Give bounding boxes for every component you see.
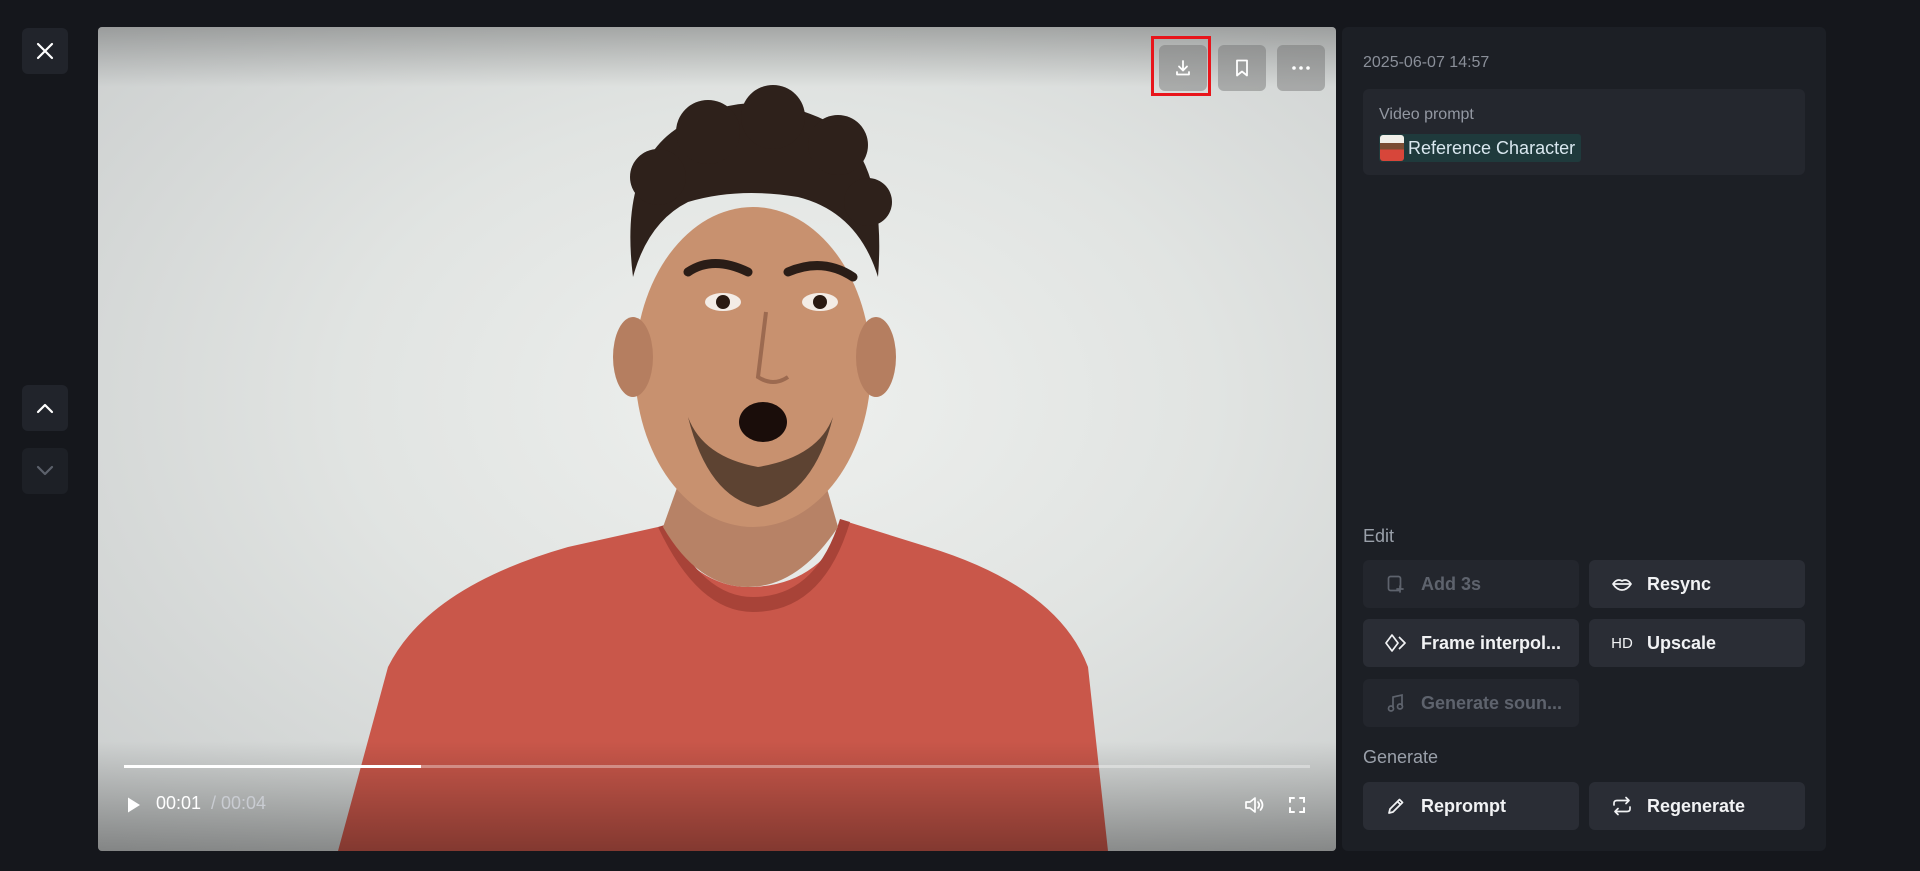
- close-icon: [36, 42, 54, 60]
- volume-icon: [1243, 795, 1265, 815]
- add-3s-label: Add 3s: [1421, 573, 1482, 594]
- frame-interpolation-label: Frame interpol...: [1421, 632, 1562, 653]
- close-button[interactable]: [22, 28, 68, 74]
- edit-heading: Edit: [1363, 526, 1395, 546]
- resync-button[interactable]: Resync: [1589, 560, 1805, 608]
- fullscreen-button[interactable]: [1288, 796, 1306, 814]
- frame-interpolation-button[interactable]: Frame interpol...: [1363, 619, 1579, 667]
- duration: / 00:04: [211, 793, 267, 813]
- play-button[interactable]: [126, 796, 142, 814]
- bottom-shade: [98, 741, 1336, 851]
- progress-fill: [124, 765, 421, 768]
- upscale-button[interactable]: HD Upscale: [1589, 619, 1805, 667]
- more-button[interactable]: [1277, 45, 1325, 91]
- current-time: 00:01: [156, 793, 202, 813]
- regenerate-label: Regenerate: [1647, 795, 1746, 816]
- prompt-label: Video prompt: [1379, 106, 1474, 123]
- bookmark-button[interactable]: [1218, 45, 1266, 91]
- more-icon: [1291, 65, 1311, 71]
- previous-button[interactable]: [22, 385, 68, 431]
- download-highlight: [1151, 36, 1211, 96]
- avatar: [1380, 135, 1404, 161]
- reprompt-label: Reprompt: [1421, 795, 1506, 816]
- music-icon: [1385, 693, 1407, 713]
- lips-icon: [1611, 576, 1633, 592]
- upscale-label: Upscale: [1647, 632, 1717, 653]
- chip-label: Reference Character: [1408, 137, 1576, 158]
- prompt-card: Video prompt Reference Character: [1363, 89, 1805, 175]
- video-player[interactable]: 00:01 / 00:04: [98, 27, 1336, 851]
- fullscreen-icon: [1288, 796, 1306, 814]
- bookmark-icon: [1233, 58, 1251, 78]
- created-date: 2025-06-07 14:57: [1363, 54, 1490, 71]
- volume-button[interactable]: [1243, 795, 1265, 815]
- repeat-icon: [1611, 796, 1633, 816]
- next-button[interactable]: [22, 448, 68, 494]
- generate-heading: Generate: [1363, 747, 1439, 767]
- progress-bar[interactable]: [124, 765, 1310, 768]
- resync-label: Resync: [1647, 573, 1712, 594]
- details-panel: 2025-06-07 14:57 Video prompt Reference …: [1342, 27, 1826, 851]
- play-icon: [126, 796, 142, 814]
- add-clip-icon: [1385, 574, 1407, 594]
- reference-character-chip[interactable]: Reference Character: [1379, 134, 1582, 162]
- pencil-icon: [1385, 796, 1407, 816]
- generate-sound-label: Generate soun...: [1421, 692, 1563, 713]
- reprompt-button[interactable]: Reprompt: [1363, 782, 1579, 830]
- add-3s-button[interactable]: Add 3s: [1363, 560, 1579, 608]
- chevron-up-icon: [36, 402, 54, 414]
- hd-icon: HD: [1611, 634, 1633, 652]
- regenerate-button[interactable]: Regenerate: [1589, 782, 1805, 830]
- video-frame: [338, 85, 1108, 851]
- generate-sound-button[interactable]: Generate soun...: [1363, 679, 1579, 727]
- chevron-down-icon: [36, 465, 54, 477]
- diamond-icon: [1385, 633, 1407, 653]
